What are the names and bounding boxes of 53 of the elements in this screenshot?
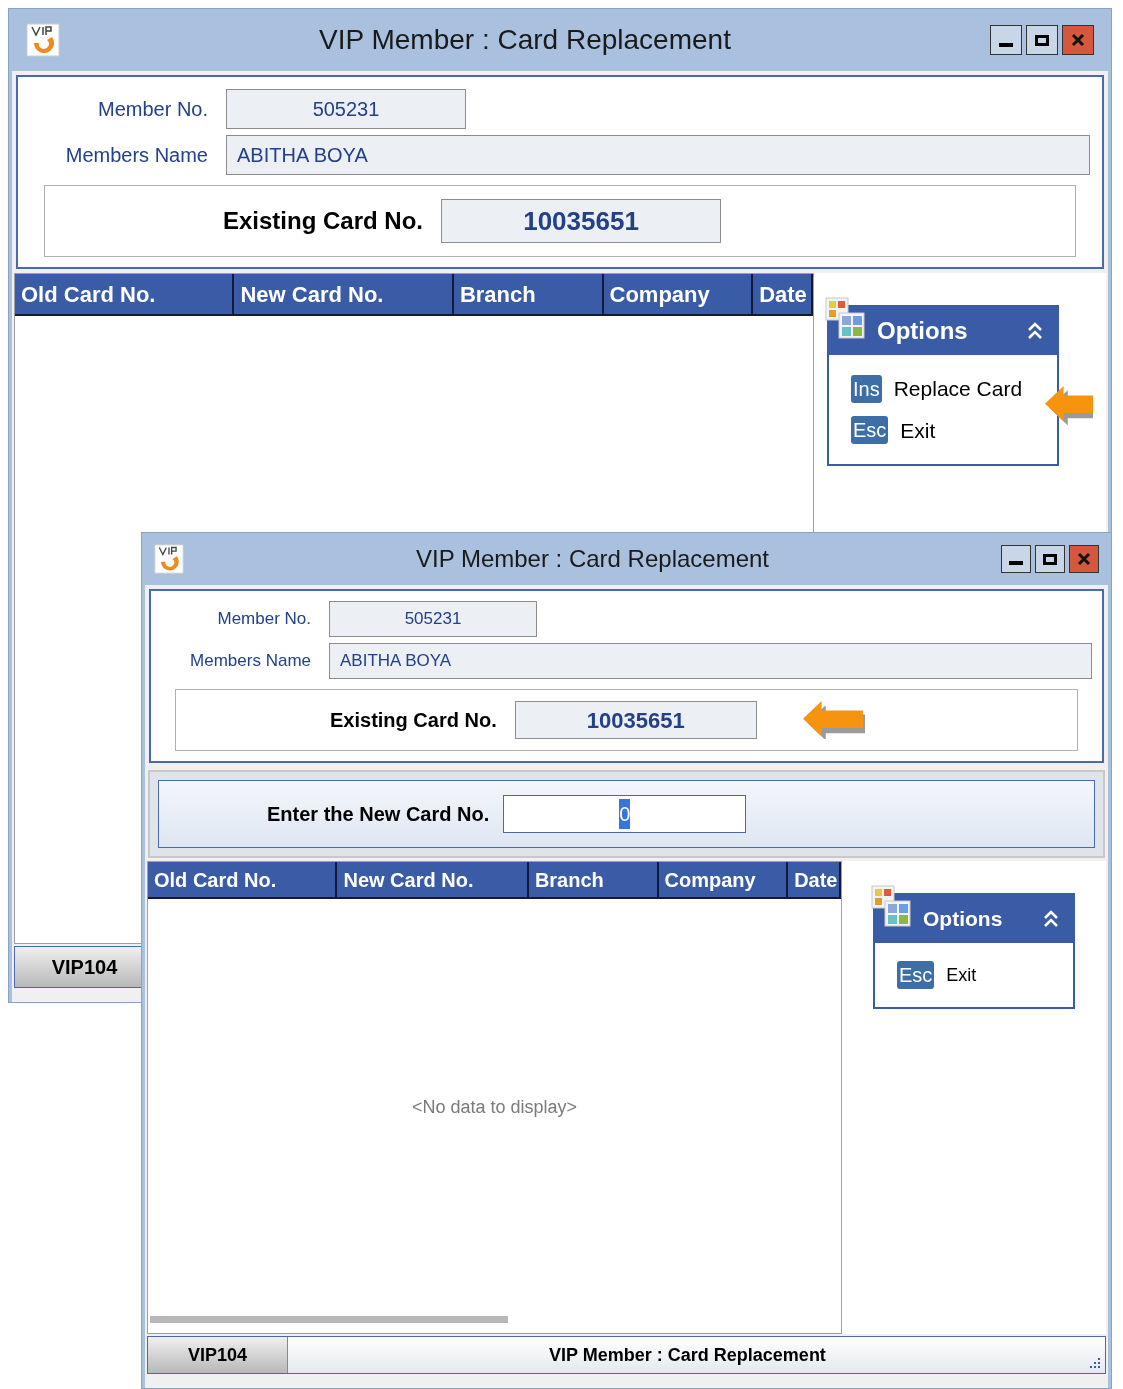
minimize-button[interactable]	[990, 25, 1022, 55]
empty-grid-message: <No data to display>	[411, 1096, 578, 1119]
maximize-button[interactable]	[1026, 25, 1058, 55]
status-code: VIP104	[148, 1337, 288, 1373]
column-header[interactable]: Branch	[528, 862, 659, 899]
field-label: Members Name	[64, 143, 208, 168]
options-title: Options	[923, 906, 1004, 933]
column-header[interactable]: Company	[603, 274, 754, 316]
new-card-label: Enter the New Card No.	[267, 802, 490, 827]
app-logo-icon	[154, 544, 184, 574]
key-badge: Esc	[897, 961, 935, 989]
horizontal-scrollbar[interactable]	[150, 1316, 508, 1323]
column-header[interactable]: Old Card No.	[148, 862, 338, 899]
option-item[interactable]: Esc Exit	[851, 414, 1057, 446]
new-card-input[interactable]: 0	[503, 795, 747, 833]
close-icon	[1071, 33, 1085, 47]
field-value: 505231	[329, 601, 537, 637]
maximize-button[interactable]	[1035, 545, 1065, 573]
key-badge: Ins	[851, 374, 882, 403]
collapse-chevron-icon[interactable]	[1043, 910, 1059, 928]
existing-card-label: Existing Card No.	[223, 206, 424, 236]
column-header[interactable]: Branch	[453, 274, 604, 316]
options-title: Options	[877, 316, 969, 346]
column-header[interactable]: New Card No.	[337, 862, 529, 899]
column-header[interactable]: Date	[788, 862, 841, 899]
arrow-annotation	[1045, 386, 1093, 425]
existing-card-field: 10035651	[514, 701, 757, 739]
field-value: ABITHA BOYA	[329, 643, 1092, 679]
option-item[interactable]: Ins Replace Card	[851, 373, 1057, 405]
existing-card-label: Existing Card No.	[330, 708, 497, 733]
window-title: VIP Member : Card Replacement	[414, 544, 770, 574]
status-title: VIP Member : Card Replacement	[548, 1343, 827, 1367]
field-value: 505231	[226, 89, 466, 129]
minimize-button[interactable]	[1001, 545, 1031, 573]
column-header[interactable]: Date	[753, 274, 813, 316]
close-button[interactable]	[1062, 25, 1094, 55]
field-value: ABITHA BOYA	[226, 135, 1090, 175]
app-logo-icon	[26, 23, 60, 57]
option-item[interactable]: Esc Exit	[897, 961, 1073, 989]
column-header[interactable]: New Card No.	[234, 274, 454, 316]
collapse-chevron-icon[interactable]	[1027, 322, 1043, 340]
existing-card-field: 10035651	[441, 199, 722, 243]
column-header[interactable]: Old Card No.	[15, 274, 235, 316]
field-label: Members Name	[189, 650, 311, 673]
close-button[interactable]	[1069, 545, 1099, 573]
close-icon	[1077, 552, 1091, 566]
window-title: VIP Member : Card Replacement	[318, 23, 732, 57]
resize-grip-icon[interactable]	[1087, 1356, 1101, 1370]
column-header[interactable]: Company	[658, 862, 789, 899]
key-badge: Esc	[851, 416, 889, 445]
field-label: Member No.	[216, 608, 311, 631]
field-label: Member No.	[96, 97, 208, 122]
arrow-annotation	[802, 700, 865, 740]
